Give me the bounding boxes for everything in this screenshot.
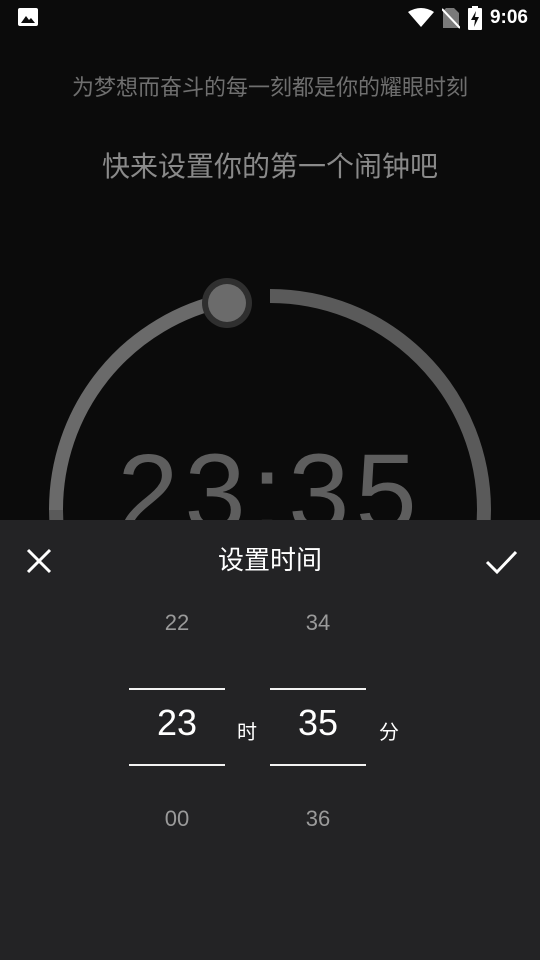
hour-divider-top bbox=[129, 688, 225, 690]
hour-divider-bottom bbox=[129, 764, 225, 766]
status-time: 9:06 bbox=[489, 7, 528, 28]
no-sim-icon bbox=[441, 8, 460, 29]
hour-unit-label: 时 bbox=[237, 720, 257, 744]
minute-selected[interactable]: 35 bbox=[268, 702, 368, 744]
minute-divider-bottom bbox=[270, 764, 366, 766]
battery-charging-icon bbox=[467, 6, 482, 30]
minute-option-above[interactable]: 34 bbox=[268, 610, 368, 636]
minute-divider-top bbox=[270, 688, 366, 690]
hour-option-above[interactable]: 22 bbox=[127, 610, 227, 636]
slogan-text: 为梦想而奋斗的每一刻都是你的耀眼时刻 bbox=[71, 76, 468, 101]
image-icon bbox=[18, 8, 38, 26]
hour-option-below[interactable]: 00 bbox=[127, 806, 227, 832]
sheet-title: 设置时间 bbox=[217, 546, 322, 576]
check-icon[interactable] bbox=[482, 542, 520, 580]
minute-unit-label: 分 bbox=[379, 720, 399, 744]
clock-handle[interactable] bbox=[208, 284, 246, 322]
wifi-icon bbox=[407, 8, 434, 27]
status-bar: 9:06 bbox=[0, 0, 540, 36]
prompt-text: 快来设置你的第一个闹钟吧 bbox=[101, 150, 438, 183]
set-time-sheet: 设置时间 22 23 00 时 34 35 36 分 bbox=[0, 520, 540, 960]
minute-option-below[interactable]: 36 bbox=[268, 806, 368, 832]
hour-selected[interactable]: 23 bbox=[127, 702, 227, 744]
